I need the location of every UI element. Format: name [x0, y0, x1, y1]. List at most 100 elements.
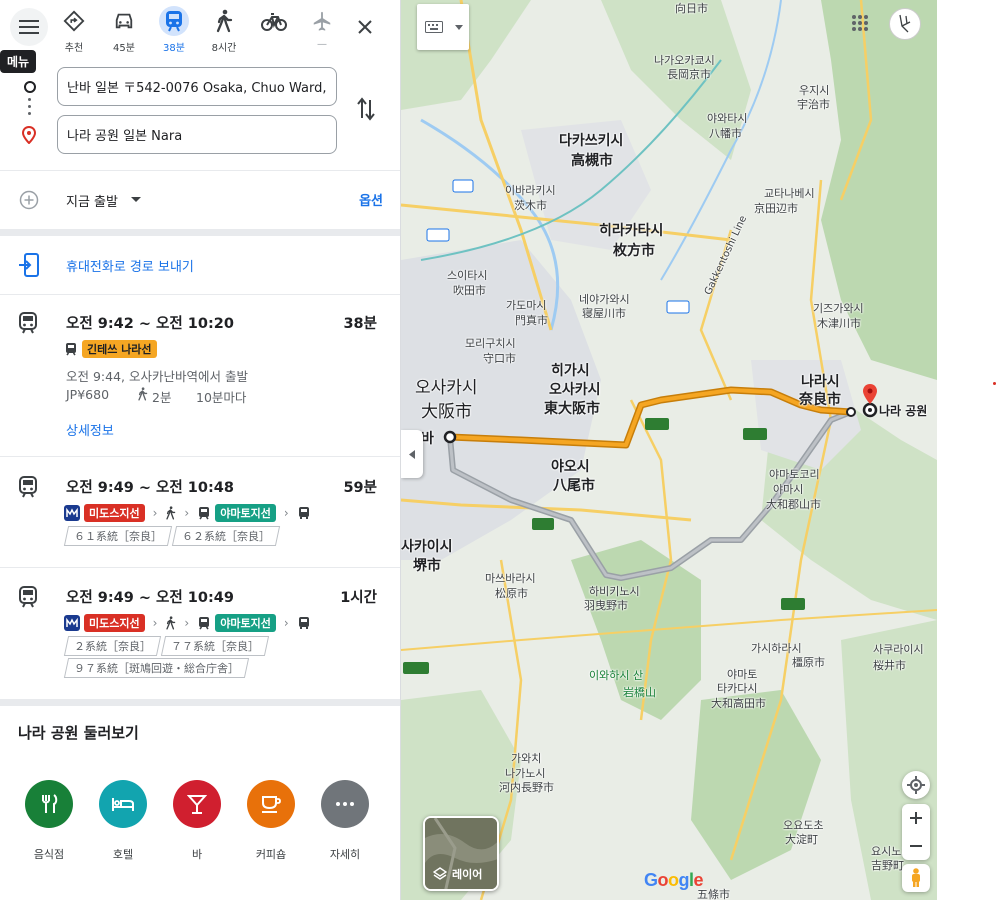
map-label: 이와하시 산	[589, 669, 644, 682]
map-label: 모리구치시	[465, 337, 516, 350]
bus-line-badge: ７７系統［奈良］	[160, 636, 270, 656]
route-duration: 38분	[343, 316, 377, 332]
train-icon	[199, 617, 210, 630]
metro-icon	[64, 505, 80, 521]
send-to-phone-link[interactable]: 휴대전화로 경로 보내기	[66, 256, 194, 275]
map-background	[401, 0, 937, 900]
mode-walking-label: 8시간	[211, 43, 237, 54]
swap-locations-button[interactable]	[355, 96, 377, 126]
chevron-right-icon: ›	[184, 506, 190, 520]
mode-best[interactable]: 추천	[52, 6, 96, 54]
map-label: 히라카타시	[599, 223, 664, 239]
chevron-down-icon[interactable]	[131, 197, 141, 202]
category-bars-button[interactable]: 바	[165, 780, 229, 862]
bus-lines: ２系統［奈良］ ７７系統［奈良］	[63, 636, 270, 656]
origin-circle-icon	[24, 81, 36, 93]
map-label: 松原市	[495, 587, 528, 600]
collapse-panel-button[interactable]	[401, 430, 423, 478]
map-label: 寝屋川市	[582, 307, 626, 320]
map-canvas[interactable]: 向日市 나가오카쿄시 長岡京市 우지시 宇治市 야와타시 八幡市 다카쓰키시 高…	[401, 0, 937, 900]
map-label: 東大阪市	[544, 401, 600, 417]
map-label: 橿原市	[792, 656, 825, 669]
transit-icon	[19, 586, 37, 608]
keyboard-icon	[425, 21, 443, 33]
bus-line-badge: ６２系統［奈良］	[171, 526, 281, 546]
google-apps-button[interactable]	[851, 14, 869, 36]
mode-flight[interactable]: —	[300, 6, 344, 52]
bus-lines: ６１系統［奈良］ ６２系統［奈良］	[63, 526, 281, 546]
map-label: 히가시	[551, 363, 590, 379]
category-label: 음식점	[33, 848, 65, 861]
route-option-3[interactable]: 오전 9:49 ~ 오전 10:49 1시간 미도스지선 › › 야마토지선 ›…	[0, 568, 400, 696]
category-hotels-button[interactable]: 호텔	[91, 780, 155, 862]
map-label: 야마토코리	[769, 468, 820, 481]
destination-map-label[interactable]: 나라 공원	[879, 402, 927, 419]
mode-driving[interactable]: 45분	[102, 6, 146, 54]
add-destination-icon[interactable]	[19, 190, 39, 210]
close-directions-button[interactable]	[350, 12, 380, 42]
route-duration: 1시간	[340, 590, 377, 606]
bus-lines: ９７系統［斑鳩回遊・総合庁舎］	[63, 658, 250, 678]
details-link[interactable]: 상세정보	[66, 420, 114, 439]
category-restaurants-button[interactable]: 음식점	[17, 780, 81, 862]
category-coffee-button[interactable]: 커피숍	[239, 780, 303, 862]
send-to-phone-row[interactable]: 휴대전화로 경로 보내기	[0, 244, 400, 288]
transit-icon	[166, 11, 182, 32]
map-label: 기즈가와시	[813, 302, 864, 315]
category-label: 바	[191, 848, 203, 861]
street-view-pegman-button[interactable]	[902, 864, 930, 892]
route-steps: 긴테쓰 나라선	[64, 340, 157, 358]
map-label: 마쓰바라시	[485, 572, 536, 585]
route-walk-time: 2분	[152, 390, 172, 405]
flight-icon	[313, 11, 331, 31]
explore-title: 나라 공원 둘러보기	[18, 724, 139, 742]
zoom-out-icon[interactable]	[910, 840, 922, 852]
map-label: 長岡京市	[667, 68, 711, 81]
category-more-button[interactable]: 자세히	[313, 780, 377, 862]
map-label: 吹田市	[453, 284, 486, 297]
destination-input[interactable]: 나라 공원 일본 Nara	[57, 115, 337, 154]
origin-input[interactable]: 난바 일본 〒542-0076 Osaka, Chuo Ward,	[57, 67, 337, 106]
map-label: 사쿠라이시	[873, 643, 924, 656]
menu-button[interactable]	[10, 8, 48, 46]
car-icon	[115, 13, 133, 29]
walk-icon	[166, 616, 176, 630]
chevron-right-icon: ›	[283, 616, 289, 630]
route-time: 오전 9:42 ~ 오전 10:20	[66, 316, 234, 332]
train-icon	[199, 507, 210, 520]
mode-transit[interactable]: 38분	[152, 6, 196, 54]
map-label: 向日市	[675, 2, 708, 15]
route-steps: 미도스지선 › › 야마토지선 ›	[64, 504, 311, 522]
options-button[interactable]: 옵션	[359, 190, 383, 209]
depart-now-dropdown[interactable]: 지금 출발	[66, 191, 118, 210]
category-label: 커피숍	[255, 848, 287, 861]
my-location-button[interactable]	[902, 771, 930, 799]
route-time: 오전 9:49 ~ 오전 10:49	[66, 590, 234, 606]
map-label: 大阪市	[421, 402, 472, 422]
restaurant-icon	[42, 794, 58, 813]
route-option-2[interactable]: 오전 9:49 ~ 오전 10:48 59분 미도스지선 › › 야마토지선 ›…	[0, 458, 400, 568]
travel-mode-bar: 추천 45분 38분 8시간 —	[0, 0, 400, 56]
account-avatar[interactable]	[889, 8, 921, 40]
hotel-icon	[112, 798, 134, 811]
mode-walking[interactable]: 8시간	[202, 6, 246, 54]
layers-button[interactable]: 레이어	[423, 816, 499, 891]
bar-icon	[187, 795, 207, 814]
map-label: 京田辺市	[754, 202, 798, 215]
mode-cycling[interactable]	[252, 6, 296, 52]
chevron-left-icon	[409, 449, 415, 459]
route-option-1[interactable]: 오전 9:42 ~ 오전 10:20 38분 긴테쓰 나라선 오전 9:44, …	[0, 294, 400, 456]
map-label: 堺市	[413, 558, 441, 574]
map-label: 木津川市	[817, 317, 861, 330]
directions-panel: 추천 45분 38분 8시간 — 메뉴 난바 일본 〒542-0076 Osak…	[0, 0, 401, 900]
chevron-right-icon: ›	[283, 506, 289, 520]
send-to-phone-icon	[19, 253, 39, 277]
chevron-right-icon: ›	[152, 616, 158, 630]
walk-icon	[216, 9, 233, 33]
red-dot-marker	[993, 382, 996, 385]
train-icon	[66, 343, 76, 356]
line-badge: 미도스지선	[84, 504, 145, 522]
input-tools-button[interactable]	[417, 4, 469, 50]
zoom-in-icon[interactable]	[910, 812, 922, 824]
walk-icon	[138, 387, 148, 401]
